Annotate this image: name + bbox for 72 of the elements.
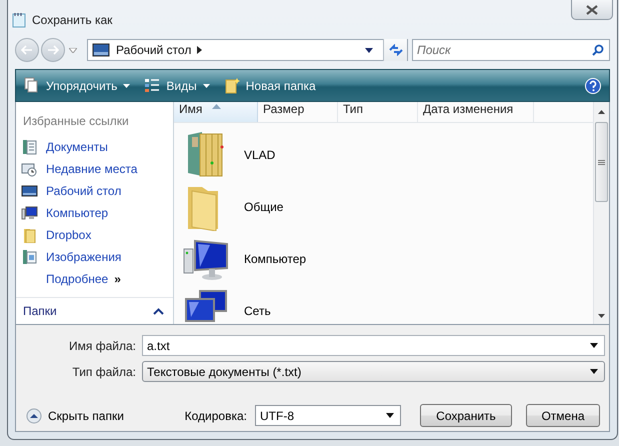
picture-icon xyxy=(21,249,38,265)
search-field[interactable]: Поиск xyxy=(412,39,610,61)
desktop-icon xyxy=(21,183,38,199)
sidebar-link[interactable]: Недавние места xyxy=(21,158,173,180)
save-button[interactable]: Сохранить xyxy=(420,404,512,427)
forward-button[interactable] xyxy=(41,38,65,62)
column-header[interactable]: Тип xyxy=(338,102,418,122)
scrollbar-thumb[interactable] xyxy=(595,122,608,202)
scroll-up-icon xyxy=(598,110,605,114)
computer-icon xyxy=(21,205,38,221)
field-label: Имя файла: xyxy=(68,338,137,352)
caret-icon xyxy=(590,369,598,374)
sidebar-link[interactable]: Компьютер xyxy=(21,202,173,224)
document-icon xyxy=(21,139,38,155)
refresh-button[interactable] xyxy=(383,39,407,61)
collapse-icon xyxy=(26,408,42,424)
sidebar-link[interactable]: Документы xyxy=(21,136,173,158)
help-button[interactable] xyxy=(585,78,601,94)
notepad-icon xyxy=(12,12,26,28)
help-icon xyxy=(585,78,601,94)
forward-arrow-icon xyxy=(47,45,59,55)
hide-folders-button[interactable]: Скрыть папки xyxy=(26,408,124,424)
cancel-button[interactable]: Отмена xyxy=(526,404,600,427)
clock-icon xyxy=(21,161,38,177)
refresh-icon xyxy=(388,44,402,56)
close-icon xyxy=(586,4,598,14)
sidebar-link[interactable]: Рабочий стол xyxy=(21,180,173,202)
sidebar-heading: Избранные ссылки xyxy=(22,114,130,130)
field-label: Кодировка: xyxy=(184,408,247,422)
window-title: Сохранить как xyxy=(32,13,112,27)
back-arrow-icon xyxy=(21,45,33,55)
file-item[interactable]: Компьютер xyxy=(182,233,593,285)
column-header[interactable]: Имя xyxy=(174,102,258,122)
search-icon xyxy=(592,44,604,56)
views-icon xyxy=(144,77,160,94)
encoding-dropdown[interactable]: UTF-8 xyxy=(255,405,401,426)
field-label: Тип файла: xyxy=(71,364,137,378)
sort-arrow-icon xyxy=(212,104,221,109)
close-button[interactable] xyxy=(571,0,613,20)
caret-icon xyxy=(386,413,394,418)
file-item[interactable]: Общие xyxy=(182,181,593,233)
desktop-icon xyxy=(92,43,110,57)
scrollbar[interactable] xyxy=(593,102,609,324)
sidebar-link[interactable]: Dropbox xyxy=(21,224,173,246)
caret-icon xyxy=(69,48,77,52)
filetype-dropdown[interactable]: Текстовые документы (*.txt) xyxy=(142,361,605,382)
column-header[interactable]: Дата изменения xyxy=(418,102,534,122)
chevron-up-icon xyxy=(153,308,164,314)
history-dropdown[interactable] xyxy=(67,48,77,52)
caret-icon xyxy=(590,343,598,348)
toolbar-button[interactable]: Упорядочить xyxy=(20,74,134,97)
new-folder-icon xyxy=(224,77,240,94)
back-button[interactable] xyxy=(15,38,39,62)
more-link[interactable]: Подробнее » xyxy=(21,268,173,290)
toolbar-button[interactable]: Виды xyxy=(140,74,214,97)
grip-icon xyxy=(598,160,605,164)
breadcrumb-arrow-icon xyxy=(197,46,202,54)
column-header[interactable]: Размер xyxy=(258,102,338,122)
caret-icon xyxy=(123,84,130,88)
folder-icon xyxy=(21,227,38,243)
caret-icon xyxy=(202,84,210,88)
filename-field[interactable]: a.txt xyxy=(142,335,605,356)
pages-icon xyxy=(24,77,40,94)
scroll-down-icon xyxy=(598,314,605,318)
toolbar-button[interactable]: Новая папка xyxy=(220,74,320,97)
folders-toggle[interactable]: Папки xyxy=(16,297,173,324)
address-bar[interactable]: Рабочий стол xyxy=(87,39,408,61)
caret-icon xyxy=(365,48,373,52)
sidebar-link[interactable]: Изображения xyxy=(21,246,173,268)
double-chevron-icon: » xyxy=(114,272,121,286)
breadcrumb-item[interactable]: Рабочий стол xyxy=(116,43,192,57)
file-item[interactable]: VLAD xyxy=(182,129,593,181)
